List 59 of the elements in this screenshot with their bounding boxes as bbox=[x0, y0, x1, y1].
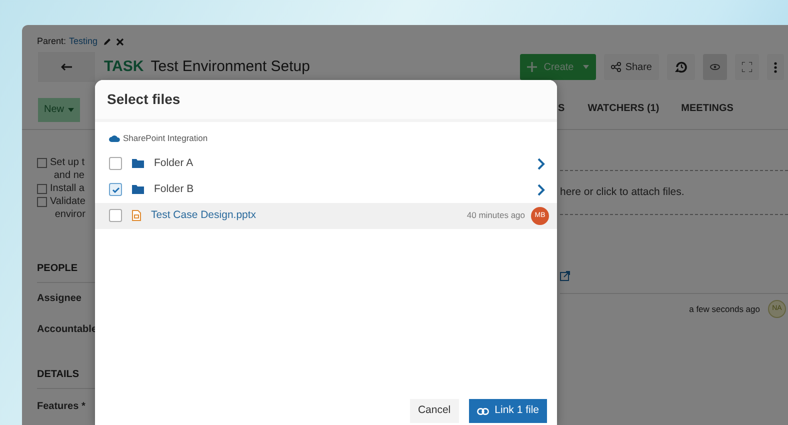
tab[interactable]: MEETINGS bbox=[670, 91, 744, 128]
history-button[interactable] bbox=[667, 54, 695, 80]
file-row[interactable]: Folder A bbox=[95, 150, 557, 177]
expand-icon bbox=[742, 62, 752, 72]
more-button[interactable] bbox=[767, 54, 784, 80]
link-button[interactable]: Link 1 file bbox=[468, 399, 547, 423]
tab[interactable]: S bbox=[558, 91, 577, 128]
cancel-button[interactable]: Cancel bbox=[410, 399, 459, 423]
edit-icon[interactable] bbox=[102, 38, 111, 46]
attachment-dropzone[interactable]: here or click to attach files. bbox=[560, 170, 788, 215]
checkbox[interactable] bbox=[37, 158, 47, 168]
new-button[interactable]: New bbox=[38, 98, 80, 122]
checklist-text: Install a bbox=[50, 182, 84, 195]
close-icon[interactable] bbox=[116, 38, 124, 46]
timestamp: 40 minutes ago bbox=[466, 209, 525, 222]
folder-icon bbox=[132, 159, 144, 168]
file-name: Test Case Design.pptx bbox=[151, 208, 256, 223]
checklist-text: Set up t bbox=[50, 156, 84, 169]
timestamp: a few seconds ago bbox=[689, 302, 760, 316]
caret-icon bbox=[68, 108, 74, 112]
field-label: Features * bbox=[37, 400, 86, 414]
back-arrow-icon bbox=[60, 63, 72, 71]
share-icon bbox=[611, 62, 622, 72]
more-icon bbox=[774, 62, 777, 72]
checklist-text: enviror bbox=[54, 208, 86, 221]
check-icon bbox=[112, 186, 120, 193]
file-row[interactable]: Folder B bbox=[95, 176, 557, 203]
breadcrumb-label: Parent: bbox=[37, 34, 66, 48]
plus-icon bbox=[526, 62, 537, 72]
file-name: Folder B bbox=[154, 182, 194, 197]
checkbox[interactable] bbox=[37, 184, 47, 194]
item-type: TASK bbox=[104, 56, 144, 77]
dropzone-text: here or click to attach files. bbox=[560, 184, 684, 200]
watch-button[interactable] bbox=[703, 54, 727, 80]
external-link-icon[interactable] bbox=[560, 271, 570, 281]
cloud-icon bbox=[109, 134, 120, 142]
share-button[interactable]: Share bbox=[604, 54, 659, 80]
dialog-title: Select files bbox=[95, 80, 557, 122]
field-label: Accountable bbox=[37, 323, 95, 337]
eye-icon bbox=[710, 64, 720, 70]
checkbox[interactable] bbox=[37, 197, 47, 207]
link-icon bbox=[476, 408, 489, 414]
file-icon bbox=[132, 210, 141, 222]
parent-link[interactable]: Testing bbox=[69, 34, 98, 48]
chevron-right-icon[interactable] bbox=[537, 184, 545, 196]
checkbox[interactable] bbox=[109, 157, 122, 170]
history-icon bbox=[674, 60, 688, 74]
checkbox[interactable] bbox=[109, 209, 122, 222]
task-title: Test Environment Setup bbox=[150, 56, 310, 77]
tab[interactable]: WATCHERS (1) bbox=[576, 91, 670, 128]
chevron-right-icon[interactable] bbox=[537, 158, 545, 170]
checklist-text: and ne bbox=[52, 169, 84, 182]
field-label: Assignee bbox=[37, 292, 82, 306]
checklist-text: Validate bbox=[50, 195, 86, 208]
folder-icon bbox=[132, 185, 144, 194]
file-name: Folder A bbox=[154, 156, 194, 171]
checkbox[interactable] bbox=[109, 183, 122, 196]
source-label: SharePoint Integration bbox=[123, 132, 208, 145]
caret-icon bbox=[583, 65, 590, 69]
